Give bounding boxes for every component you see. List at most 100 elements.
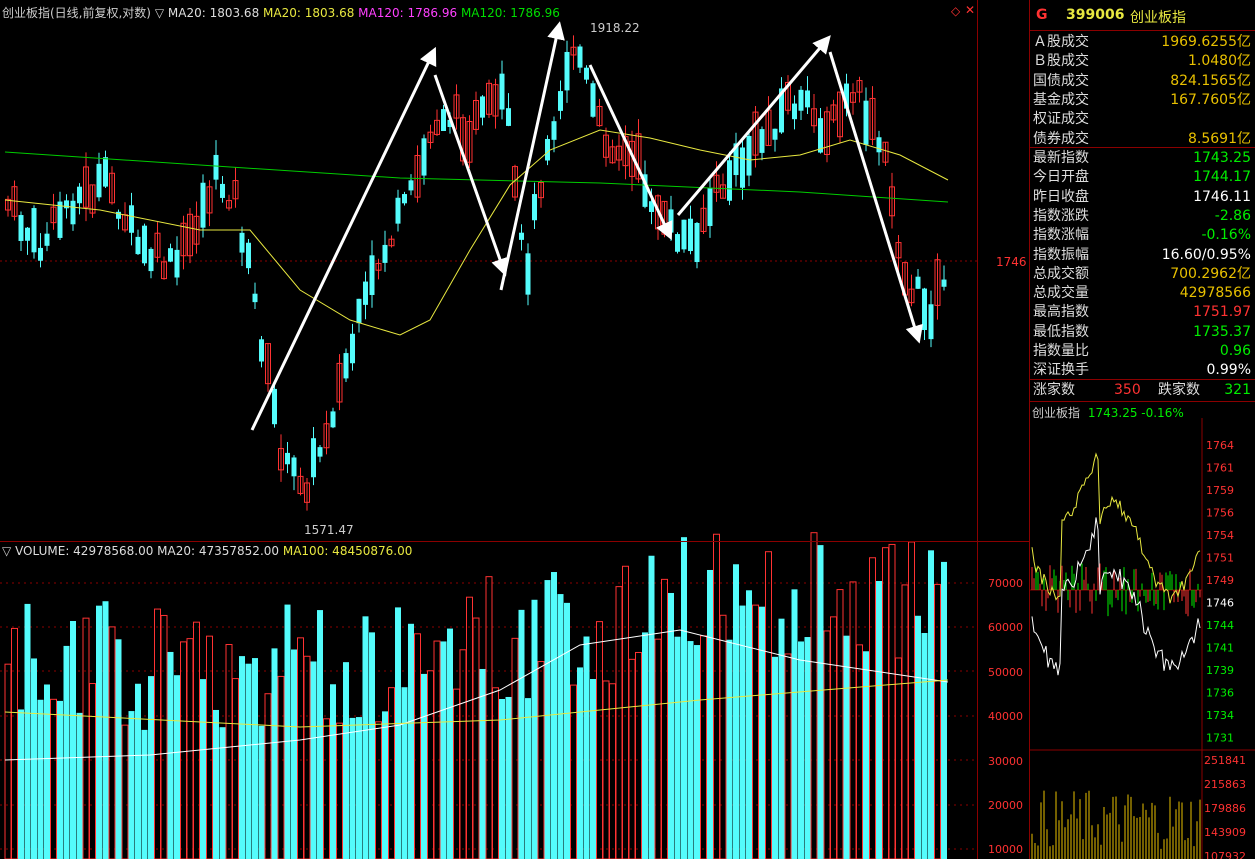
volume-bar bbox=[453, 688, 460, 859]
candle-body bbox=[798, 89, 804, 111]
candle-body bbox=[746, 135, 752, 176]
volume-bar bbox=[395, 607, 401, 859]
volume-bar bbox=[57, 700, 63, 859]
volume-bar bbox=[291, 649, 297, 859]
quote-row-value: 1.0480亿 bbox=[1188, 53, 1251, 70]
volume-bar bbox=[330, 684, 336, 859]
candle-body bbox=[818, 118, 823, 153]
candle-body bbox=[792, 103, 797, 120]
quote-row-label: 指数涨跌 bbox=[1033, 207, 1089, 224]
volume-bar bbox=[525, 698, 531, 859]
close-icon[interactable]: ✕ bbox=[965, 3, 975, 17]
candle-body bbox=[38, 247, 43, 261]
diamond-icon[interactable]: ◇ bbox=[951, 4, 960, 18]
quote-row-label: 最高指数 bbox=[1033, 304, 1089, 321]
candle-body bbox=[558, 91, 563, 111]
candle-body bbox=[545, 138, 550, 161]
candle-body bbox=[402, 194, 407, 204]
volume-bar bbox=[765, 551, 772, 859]
candle-body bbox=[168, 248, 173, 262]
mini-volume-axis-label: 143909 bbox=[1204, 826, 1246, 839]
volume-bar bbox=[408, 623, 414, 859]
volume-bar bbox=[791, 589, 798, 859]
quote-row: Ｂ股成交 1.0480亿 bbox=[1030, 52, 1255, 71]
chart-frame-mid bbox=[0, 541, 1030, 542]
volume-bar bbox=[746, 590, 752, 859]
volume-legend-value: VOLUME: 42978568.00 bbox=[15, 544, 154, 558]
kline-chart[interactable] bbox=[0, 0, 1030, 859]
volume-bar bbox=[102, 601, 109, 859]
mini-price-axis-label: 1739 bbox=[1206, 664, 1234, 677]
quote-sidebar: G 399006 创业板指 Ａ股成交 1969.6255亿 Ｂ股成交 1.0480亿国… bbox=[1030, 0, 1255, 859]
quote-row: 指数涨跌 -2.86 bbox=[1030, 207, 1255, 226]
candle-body bbox=[363, 281, 368, 305]
mini-price-axis-label: 1759 bbox=[1206, 484, 1234, 497]
quote-row-label: Ａ股成交 bbox=[1033, 34, 1089, 50]
volume-axis-label: 70000 bbox=[988, 577, 1023, 590]
volume-axis-label: 50000 bbox=[988, 665, 1023, 679]
volume-bar bbox=[804, 637, 811, 859]
quote-row-label: 今日开盘 bbox=[1033, 169, 1089, 186]
candle-body bbox=[421, 138, 427, 176]
volume-bar bbox=[492, 687, 499, 859]
quote-name: 创业板指 bbox=[1130, 10, 1186, 26]
quote-row: 基金成交 167.7605亿 bbox=[1030, 91, 1255, 110]
candle-body bbox=[311, 438, 316, 478]
volume-bar bbox=[551, 572, 557, 859]
candle-body bbox=[876, 137, 882, 153]
volume-bar bbox=[141, 729, 148, 859]
candle-body bbox=[590, 83, 596, 117]
collapse-icon[interactable]: ▽ bbox=[155, 6, 164, 20]
candle-body bbox=[525, 253, 531, 295]
volume-bar bbox=[485, 576, 493, 859]
volume-bar bbox=[70, 621, 76, 859]
volume-bar bbox=[336, 722, 343, 859]
collapse-icon[interactable]: ▽ bbox=[2, 544, 11, 558]
candle-body bbox=[577, 46, 583, 68]
mini-volume-axis-label: 251841 bbox=[1204, 754, 1246, 767]
trend-arrows bbox=[250, 21, 923, 431]
volume-bar bbox=[121, 724, 129, 859]
volume-bar bbox=[206, 635, 213, 859]
volume-bar bbox=[609, 683, 616, 859]
volume-bar bbox=[687, 641, 694, 859]
mini-price-axis-label: 1751 bbox=[1206, 552, 1234, 565]
candle-body bbox=[317, 447, 323, 457]
volume-bar bbox=[303, 655, 311, 859]
volume-bar bbox=[590, 679, 596, 859]
volume-bar bbox=[564, 602, 570, 859]
quote-row-label: 总成交量 bbox=[1033, 285, 1089, 302]
volume-legend: ▽ VOLUME: 42978568.00 MA20: 47357852.00 … bbox=[2, 544, 412, 558]
volume-bar bbox=[362, 616, 369, 859]
quote-row: 昨日收盘 1746.11 bbox=[1030, 188, 1255, 207]
mini-price-axis-label: 1731 bbox=[1206, 732, 1234, 745]
chart-title[interactable]: 创业板指(日线,前复权,对数) bbox=[2, 6, 151, 20]
price-legend: 创业板指(日线,前复权,对数) ▽ MA20: 1803.68 MA20: 18… bbox=[2, 4, 560, 21]
volume-bar bbox=[661, 578, 668, 859]
volume-bar bbox=[849, 581, 857, 859]
volume-bar bbox=[882, 547, 889, 859]
volume-bar bbox=[174, 675, 180, 859]
rise-value: 350 bbox=[1114, 382, 1141, 398]
volume-bar bbox=[37, 699, 44, 859]
volume-bar bbox=[343, 662, 349, 859]
volume-bar bbox=[225, 644, 233, 859]
candle-body bbox=[77, 186, 82, 204]
volume-bar bbox=[622, 565, 629, 859]
candle-body bbox=[694, 222, 700, 263]
volume-bar bbox=[694, 645, 700, 859]
quote-row: Ａ股成交 1969.6255亿 bbox=[1030, 33, 1255, 52]
volume-bar bbox=[876, 581, 882, 859]
advance-decline: 涨家数 350 跌家数 321 bbox=[1030, 381, 1255, 400]
volume-bar bbox=[440, 641, 447, 859]
volume-bar bbox=[499, 698, 505, 859]
quote-row: 深证换手 0.99% bbox=[1030, 361, 1255, 380]
candle-body bbox=[408, 180, 414, 191]
intraday-chart[interactable]: 1764 1761 1759 1756 1754 1751 1749 1746 1744 1741… bbox=[1030, 418, 1255, 859]
quote-row-value: 1735.37 bbox=[1193, 323, 1251, 340]
volume-bar bbox=[186, 638, 194, 859]
volume-bar bbox=[115, 639, 122, 859]
mini-volume-axis-label: 179886 bbox=[1204, 802, 1246, 815]
candle-body bbox=[259, 339, 264, 362]
chart-frame-right bbox=[977, 0, 978, 859]
